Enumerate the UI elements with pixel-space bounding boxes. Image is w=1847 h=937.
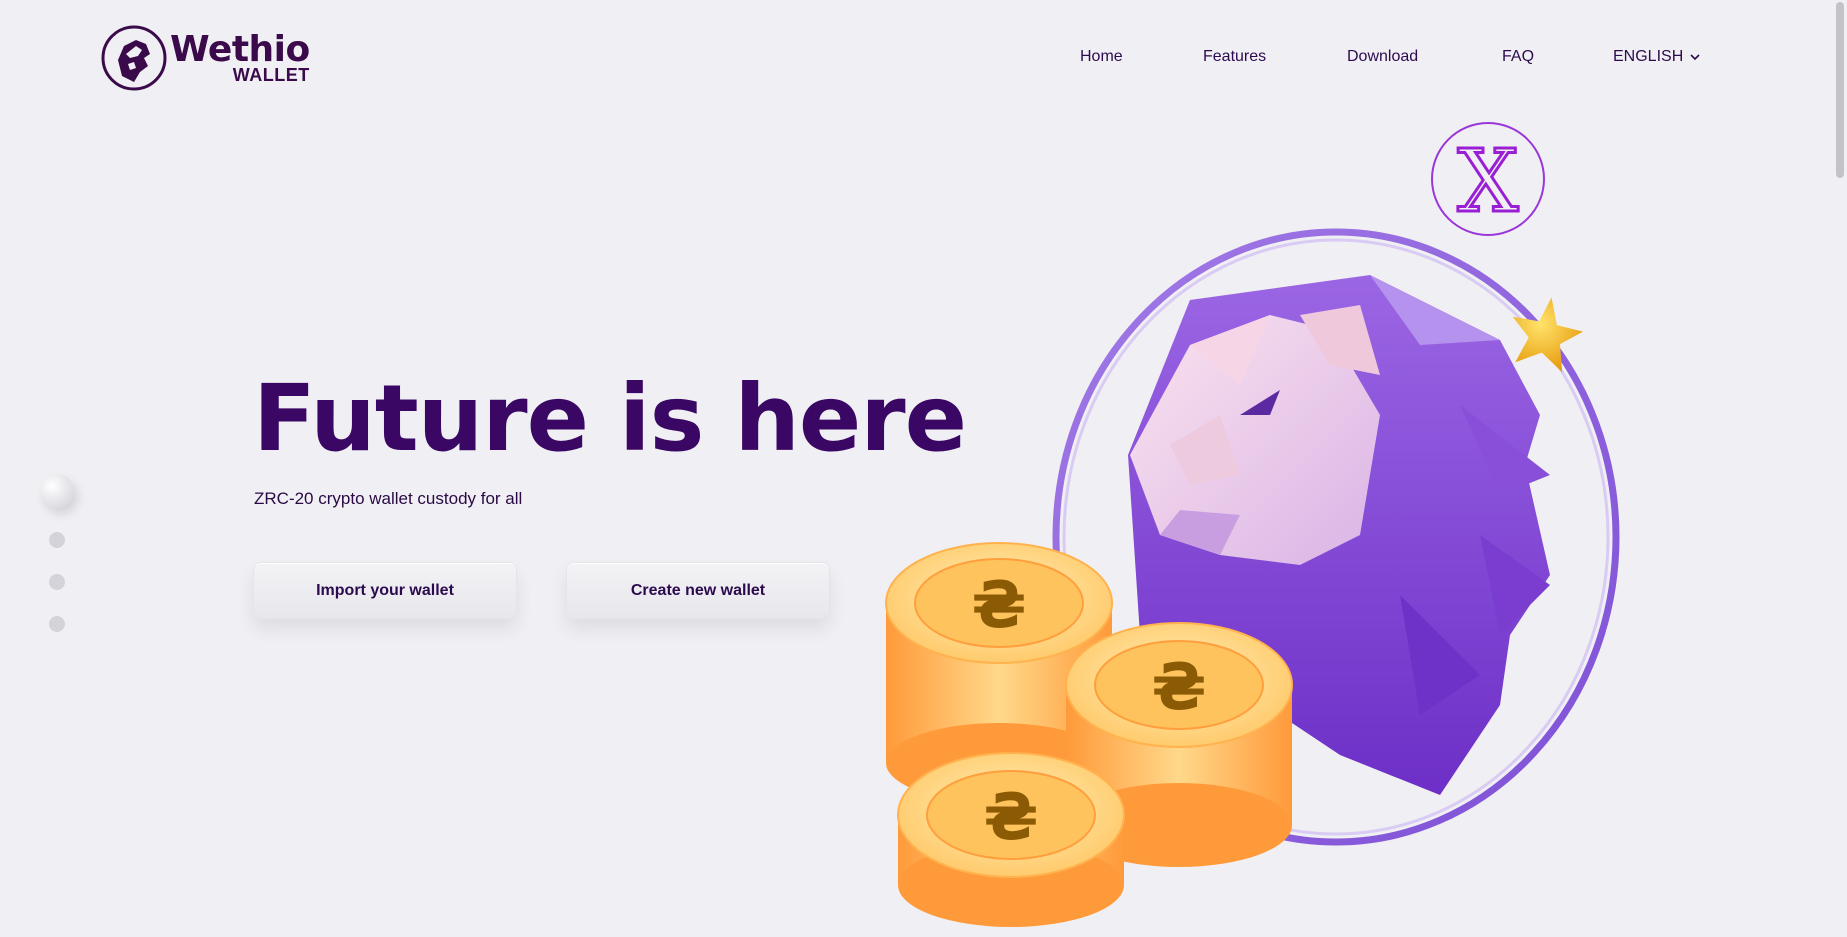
chevron-down-icon	[1690, 54, 1700, 61]
nav-features[interactable]: Features	[1203, 48, 1266, 66]
language-selector[interactable]: ENGLISH	[1613, 48, 1701, 66]
svg-text:X: X	[1457, 132, 1518, 232]
slide-dot[interactable]	[49, 532, 65, 548]
hero-subtitle: ZRC-20 crypto wallet custody for all	[254, 489, 523, 508]
x-badge-icon: X	[1431, 122, 1545, 236]
svg-text:₴: ₴	[1152, 651, 1207, 725]
nav-home[interactable]: Home	[1080, 48, 1123, 66]
scrollbar-thumb[interactable]	[1836, 2, 1844, 178]
main-nav: Home Features Download FAQ ENGLISH	[0, 48, 1847, 72]
svg-text:₴: ₴	[972, 569, 1027, 643]
slide-dot-active[interactable]	[40, 474, 74, 508]
slide-dot[interactable]	[49, 574, 65, 590]
svg-text:₴: ₴	[984, 781, 1039, 855]
import-wallet-button[interactable]: Import your wallet	[253, 562, 517, 619]
nav-faq[interactable]: FAQ	[1502, 48, 1534, 66]
hero-illustration: X ₴ ₴ ₴	[885, 122, 1620, 927]
slide-dot[interactable]	[49, 616, 65, 632]
language-label: ENGLISH	[1613, 48, 1684, 65]
create-wallet-button[interactable]: Create new wallet	[566, 562, 830, 619]
page-scrollbar[interactable]	[1833, 0, 1847, 937]
nav-download[interactable]: Download	[1347, 48, 1418, 66]
